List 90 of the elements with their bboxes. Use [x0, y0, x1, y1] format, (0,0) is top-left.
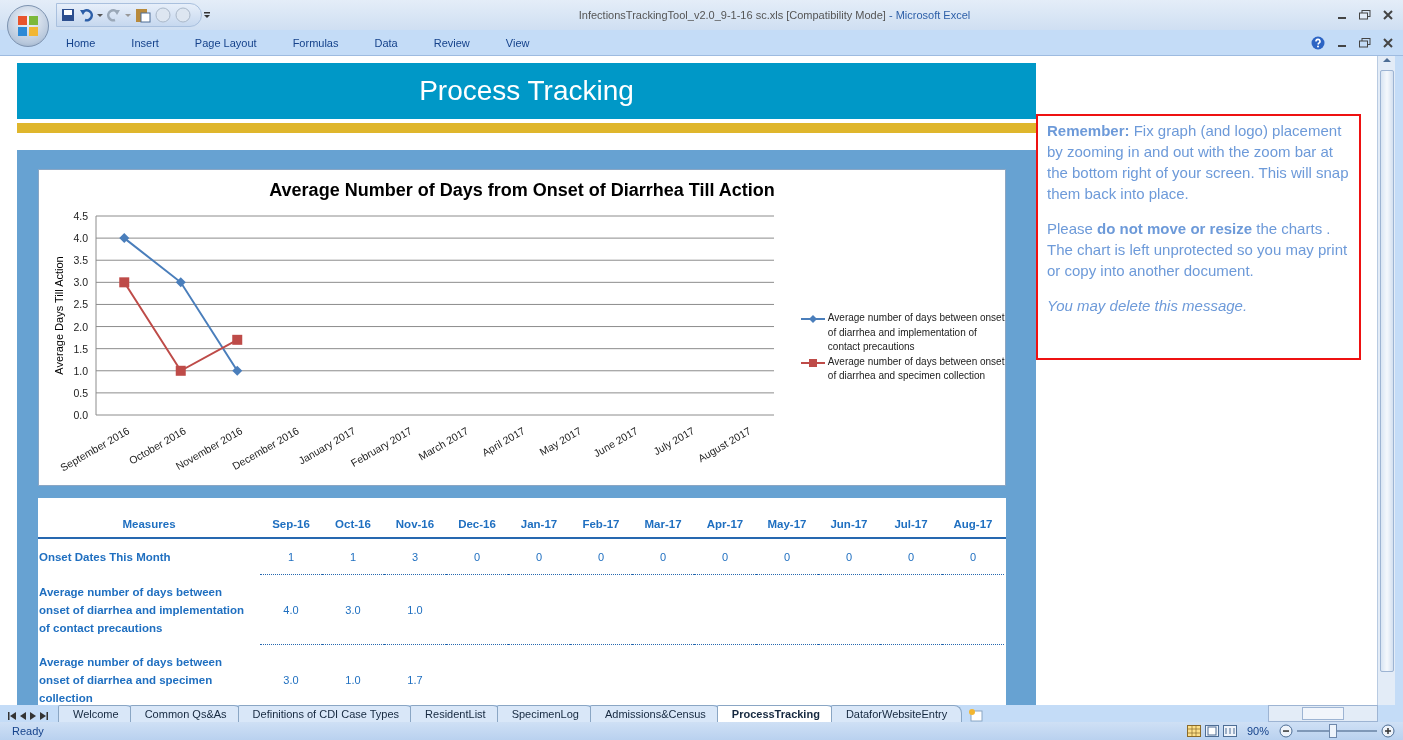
ribbon-tab[interactable]: Home: [66, 36, 96, 49]
zoom-in-icon[interactable]: [1381, 724, 1395, 738]
table-cell: 0: [632, 539, 694, 575]
table-cell: 0: [694, 539, 756, 575]
help-icon[interactable]: [1311, 35, 1325, 50]
data-point: [175, 365, 186, 376]
column-header: Apr-17: [705, 517, 745, 532]
next-sheet-icon[interactable]: [28, 710, 38, 722]
ribbon-tab[interactable]: Formulas: [292, 36, 339, 49]
window-title: InfectionsTrackingTool_v2.0_9-1-16 sc.xls [Compatibility Mode] - Microsoft Excel: [577, 9, 972, 21]
legend-label: Average number of days between onset of diarrhea and implementation of contact precautions: [827, 311, 1005, 354]
zoom-out-icon[interactable]: [1279, 724, 1293, 738]
page-break-icon[interactable]: [1222, 725, 1237, 737]
table-cell: 0: [756, 539, 818, 575]
table-cell: 0: [570, 539, 632, 575]
zoom-slider-thumb[interactable]: [1329, 724, 1337, 738]
measure-cell-text: Average number of days between onset of diarrhea and specimen collection: [38, 655, 223, 705]
table-cell: 3: [384, 539, 446, 575]
tick-label: 2.5: [73, 298, 88, 311]
legend-marker-icon: [800, 313, 825, 325]
axis-title: Average Days Till Action: [53, 256, 65, 375]
tick-label: 4.0: [73, 232, 88, 245]
column-header: Nov-16: [394, 517, 436, 532]
table-cell: 0: [942, 539, 1004, 575]
banner-title: Process Tracking: [17, 63, 1036, 119]
table-cell: 0: [880, 539, 942, 575]
column-header: Mar-17: [643, 517, 683, 532]
column-header: Jan-17: [519, 517, 559, 532]
last-sheet-icon[interactable]: [38, 710, 50, 722]
table-cell: 3.0: [322, 575, 384, 645]
tick-label: 1.5: [73, 342, 88, 355]
table-cell: 0: [818, 539, 880, 575]
legend-label: Average number of days between onset of diarrhea and specimen collection: [827, 354, 1005, 383]
ribbon-tab[interactable]: Insert: [131, 36, 159, 49]
column-header: Aug-17: [952, 517, 994, 532]
tick-label: 1.0: [73, 364, 88, 377]
tick-label: 4.5: [73, 210, 88, 222]
tick-label: 0.5: [73, 386, 88, 399]
column-header: Jun-17: [829, 517, 869, 532]
note-text: Remember: Fix graph (and logo) placement by zooming in and out with the zoom bar at the bottom right of your screen. This will snap them back into place.: [1047, 121, 1350, 204]
data-point: [119, 277, 130, 288]
column-header: Measures: [121, 517, 177, 532]
measure-cell-text: Onset Dates This Month: [38, 550, 172, 565]
close-icon[interactable]: [1383, 10, 1393, 20]
column-header: Jul-17: [893, 517, 929, 532]
save-icon[interactable]: [61, 8, 75, 22]
tick-label: 3.5: [73, 254, 88, 267]
status-text: Ready: [12, 725, 44, 737]
page-layout-icon[interactable]: [1204, 725, 1219, 737]
column-header: Dec-16: [457, 517, 497, 532]
chart-title: Average Number of Days from Onset of Diarrhea Till Action: [268, 180, 776, 201]
undo-icon[interactable]: [79, 8, 93, 22]
legend-marker-icon: [800, 356, 825, 369]
close-icon[interactable]: [1383, 37, 1393, 48]
paste-icon[interactable]: [135, 7, 151, 23]
first-sheet-icon[interactable]: [6, 710, 18, 722]
data-point: [232, 365, 243, 376]
previous-sheet-icon[interactable]: [18, 710, 28, 722]
zoom-level[interactable]: 90%: [1246, 725, 1269, 737]
column-header: Oct-16: [334, 517, 372, 532]
note-text: Please do not move or resize the charts . The chart is left unprotected so you may print or copy into another document.: [1047, 219, 1349, 281]
scrollbar-thumb[interactable]: [1302, 707, 1344, 720]
table-cell: 1: [260, 539, 322, 575]
column-header: Feb-17: [581, 517, 621, 532]
app-name: - Microsoft Excel: [888, 9, 971, 21]
table-cell: 0: [446, 539, 508, 575]
data-point: [175, 277, 186, 288]
office-logo-icon[interactable]: [17, 15, 39, 37]
note-text: You may delete this message.: [1047, 296, 1249, 316]
table-cell: 4.0: [260, 575, 322, 645]
table-cell: 1.0: [384, 575, 446, 645]
normal-view-icon[interactable]: [1186, 725, 1201, 737]
column-header: May-17: [766, 517, 808, 532]
tick-label: 0.0: [73, 409, 88, 421]
ribbon-tab[interactable]: View: [505, 36, 530, 49]
tick-label: 3.0: [73, 276, 88, 289]
ribbon-tab[interactable]: Data: [374, 36, 398, 49]
column-header: Sep-16: [271, 517, 311, 532]
sheet-tab[interactable]: DataforWebsiteEntry: [830, 705, 963, 722]
ribbon-tab[interactable]: Page Layout: [194, 36, 257, 49]
restore-icon[interactable]: [1359, 37, 1371, 48]
scrollbar-thumb[interactable]: [1379, 70, 1394, 672]
ribbon-tab[interactable]: Review: [433, 36, 470, 49]
data-point: [119, 233, 130, 244]
table-cell: 1: [322, 539, 384, 575]
tick-label: 2.0: [73, 320, 88, 333]
data-point: [232, 334, 243, 345]
table-cell: 0: [508, 539, 570, 575]
measure-cell-text: Average number of days between onset of diarrhea and implementation of contact precautions: [38, 585, 246, 636]
restore-icon[interactable]: [1359, 10, 1371, 20]
